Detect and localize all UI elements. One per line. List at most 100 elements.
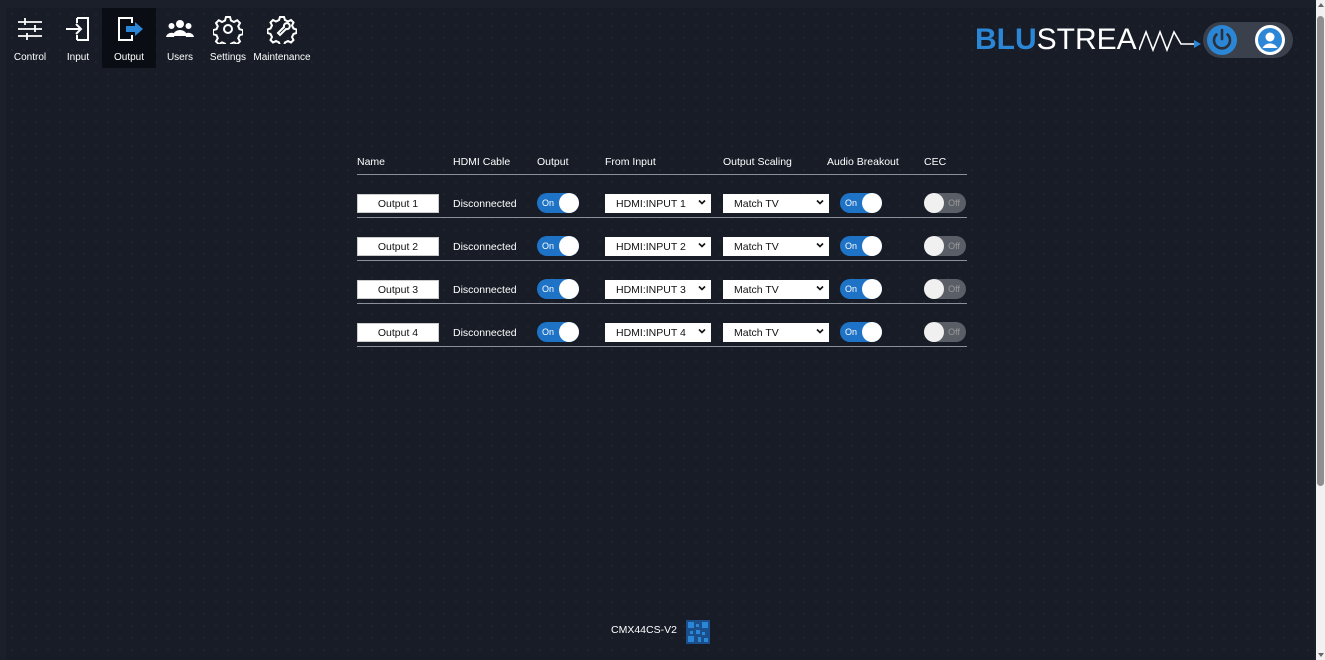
chevron-down-icon [698,285,706,291]
audio-breakout-toggle[interactable]: On [840,279,882,299]
audio-breakout-toggle[interactable]: On [840,322,882,342]
output-toggle-knob [559,322,579,342]
cec-toggle-knob [924,236,944,256]
header-audio-breakout: Audio Breakout [827,156,899,168]
cec-toggle-label: Off [948,327,960,337]
cec-toggle-knob [924,322,944,342]
user-account-button[interactable] [1254,24,1286,56]
nav-input-label: Input [66,52,90,63]
output-name-field[interactable]: Output 3 [357,280,439,299]
table-row: Output 3 Disconnected On HDMI:INPUT 3 Match … [357,261,967,304]
from-input-select[interactable]: HDMI:INPUT 3 [605,280,711,299]
nav-control[interactable]: Control [6,8,54,68]
brand-logo: BLU STREA [975,22,1205,58]
sliders-icon [15,14,45,44]
table-row: Output 1 Disconnected On HDMI:INPUT 1 Match … [357,175,967,218]
output-scaling-select-value: Match TV [734,326,779,339]
scrollbar-thumb[interactable] [1317,16,1324,486]
top-nav: Control Input Output Users Settings Main… [6,8,312,68]
output-scaling-select[interactable]: Match TV [723,280,829,299]
audio-breakout-toggle-label: On [845,284,858,294]
audio-breakout-toggle-label: On [845,241,858,251]
chevron-down-icon [698,328,706,334]
hdmi-cable-status: Disconnected [453,198,517,210]
hdmi-cable-status: Disconnected [453,241,517,253]
nav-settings[interactable]: Settings [204,8,252,68]
header-cec: CEC [924,156,947,168]
power-button[interactable] [1206,24,1238,56]
from-input-select[interactable]: HDMI:INPUT 4 [605,323,711,342]
output-toggle[interactable]: On [537,322,579,342]
nav-users-label: Users [166,52,194,63]
nav-input[interactable]: Input [54,8,102,68]
scroll-up-arrow-icon[interactable] [1318,3,1324,7]
output-toggle-knob [559,193,579,213]
nav-output-label: Output [113,52,145,63]
audio-breakout-toggle-knob [862,279,882,299]
output-toggle-label: On [542,198,555,208]
cec-toggle[interactable]: Off [924,322,966,342]
nav-control-label: Control [13,52,47,63]
cec-toggle-knob [924,279,944,299]
output-toggle-label: On [542,284,555,294]
device-model: CMX44CS-V2 [611,624,677,636]
cec-toggle[interactable]: Off [924,279,966,299]
output-scaling-select[interactable]: Match TV [723,194,829,213]
output-scaling-select-value: Match TV [734,197,779,210]
from-input-select[interactable]: HDMI:INPUT 1 [605,194,711,213]
input-icon [63,14,93,44]
user-icon [1255,25,1285,55]
header-output: Output [537,156,569,168]
output-toggle[interactable]: On [537,193,579,213]
users-icon [165,14,195,44]
nav-maintenance-label: Maintenance [253,52,311,63]
output-toggle[interactable]: On [537,236,579,256]
audio-breakout-toggle-knob [862,236,882,256]
hdmi-cable-status: Disconnected [453,284,517,296]
header-name: Name [357,156,386,168]
cec-toggle-label: Off [948,198,960,208]
table-row: Output 2 Disconnected On HDMI:INPUT 2 Match … [357,218,967,261]
chevron-down-icon [816,328,824,334]
nav-output[interactable]: Output [102,8,156,68]
header-output-scaling: Output Scaling [723,156,792,168]
scroll-down-arrow-icon[interactable] [1318,653,1324,657]
output-icon [114,14,144,44]
audio-breakout-toggle-knob [862,322,882,342]
audio-breakout-toggle-label: On [845,327,858,337]
output-toggle[interactable]: On [537,279,579,299]
table-header: Name HDMI Cable Output From Input Output… [357,148,967,175]
nav-maintenance[interactable]: Maintenance [252,8,312,68]
scrollbar[interactable] [1316,0,1325,660]
output-toggle-label: On [542,241,555,251]
table-row: Output 4 Disconnected On HDMI:INPUT 4 Match … [357,304,967,347]
audio-breakout-toggle[interactable]: On [840,193,882,213]
cec-toggle[interactable]: Off [924,236,966,256]
output-scaling-select[interactable]: Match TV [723,237,829,256]
qr-code-icon[interactable] [686,620,710,644]
table-body: Output 1 Disconnected On HDMI:INPUT 1 Match … [357,175,967,347]
chevron-down-icon [698,199,706,205]
nav-users[interactable]: Users [156,8,204,68]
gear-icon [213,14,243,44]
output-table: Name HDMI Cable Output From Input Output… [357,148,967,347]
output-toggle-knob [559,236,579,256]
audio-breakout-toggle[interactable]: On [840,236,882,256]
hdmi-cable-status: Disconnected [453,327,517,339]
output-toggle-label: On [542,327,555,337]
header-from-input: From Input [605,156,656,168]
power-icon [1207,25,1237,55]
audio-breakout-toggle-knob [862,193,882,213]
cec-toggle-knob [924,193,944,213]
cec-toggle[interactable]: Off [924,193,966,213]
output-name-field[interactable]: Output 1 [357,194,439,213]
brand-logo-bold: BLU [975,23,1037,56]
output-name-field[interactable]: Output 2 [357,237,439,256]
header-hdmi-cable: HDMI Cable [453,156,511,168]
cec-toggle-label: Off [948,241,960,251]
from-input-select-value: HDMI:INPUT 2 [616,240,686,253]
brand-logo-rest: STREA [1036,23,1137,56]
output-name-field[interactable]: Output 4 [357,323,439,342]
output-scaling-select[interactable]: Match TV [723,323,829,342]
from-input-select[interactable]: HDMI:INPUT 2 [605,237,711,256]
